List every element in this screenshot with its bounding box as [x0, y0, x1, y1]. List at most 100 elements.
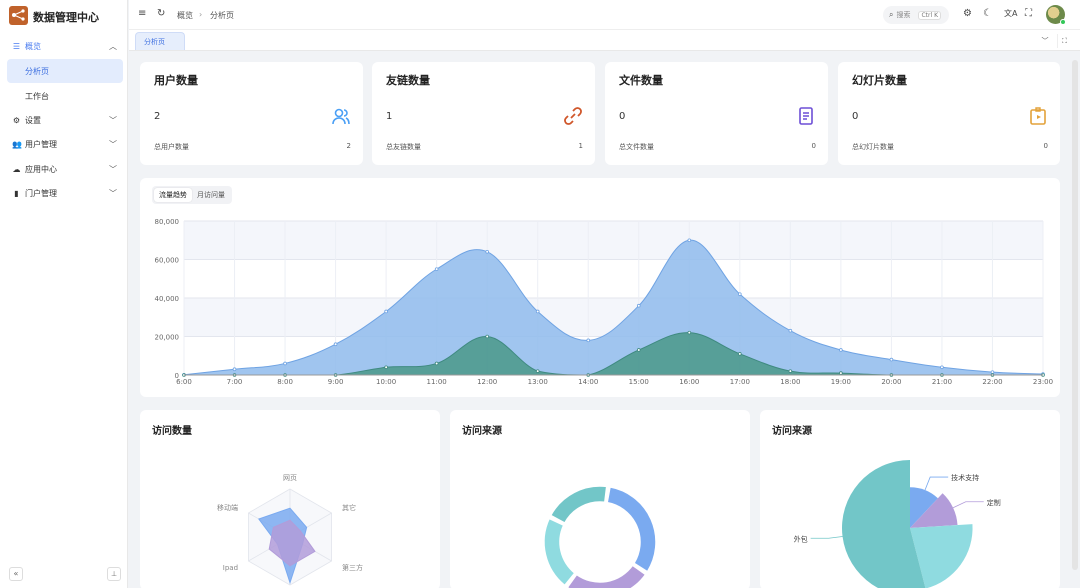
x-tick-label: 10:00	[376, 378, 396, 386]
data-point	[636, 303, 641, 308]
dark-mode-icon[interactable]: ☾	[983, 8, 992, 19]
stat-title: 用户数量	[154, 74, 198, 87]
sidebar-subitem-label: 分析页	[25, 66, 49, 76]
x-tick-label: 18:00	[780, 378, 800, 386]
refresh-icon[interactable]: ↻	[157, 8, 165, 19]
stat-footer-value: 0	[811, 142, 816, 150]
data-point	[990, 370, 995, 374]
data-point	[839, 348, 843, 352]
tab-analysis[interactable]: 分析页	[135, 32, 185, 50]
stat-card: 文件数量 0 总文件数量 0	[605, 62, 828, 165]
visit-count-card: 访问数量 网页其它第三方客户端Ipad移动端	[140, 410, 440, 588]
stat-value: 0	[852, 111, 859, 122]
y-tick-label: 80,000	[155, 218, 180, 226]
stat-footer-value: 0	[1043, 142, 1048, 150]
data-point	[788, 328, 793, 333]
data-point	[636, 348, 641, 352]
donut-slice	[566, 564, 647, 588]
data-point	[485, 334, 489, 339]
data-point	[232, 367, 237, 372]
cloud-icon: ☁	[12, 164, 21, 174]
stat-footer-value: 2	[346, 142, 351, 150]
stat-title: 幻灯片数量	[852, 74, 907, 87]
link-icon	[564, 107, 582, 125]
menu-icon: ☰	[12, 41, 21, 51]
breadcrumb-item[interactable]: 概览	[177, 10, 193, 21]
sidebar-subitem-workbench[interactable]: 工作台	[7, 84, 123, 108]
sidebar-item-users[interactable]: 👥 用户管理 ﹀	[0, 132, 128, 156]
sidebar-subitem-label: 工作台	[25, 91, 49, 101]
data-point	[738, 292, 742, 296]
rose-label-line	[810, 536, 843, 539]
chevron-down-icon: ﹀	[109, 188, 117, 198]
page-scrollbar[interactable]	[1072, 60, 1078, 570]
data-point	[586, 338, 591, 343]
radar-indicator-label: 第三方	[342, 563, 363, 572]
visit-source-donut-card: 访问来源	[450, 410, 750, 588]
pin-sidebar-button[interactable]: ⊥	[107, 567, 121, 581]
x-tick-label: 9:00	[328, 378, 344, 386]
x-tick-label: 6:00	[176, 378, 192, 386]
stat-footer-label: 总幻灯片数量	[852, 143, 894, 151]
sidebar-item-app-center[interactable]: ☁ 应用中心 ﹀	[0, 157, 128, 181]
gears-icon: ⚙	[12, 115, 21, 125]
x-tick-label: 23:00	[1033, 378, 1053, 386]
language-icon[interactable]: 文A	[1004, 8, 1017, 19]
radar-indicator-label: 移动端	[217, 503, 238, 512]
traffic-chart-card: 流量趋势 月访问量 0 20,000 40,000 60,000 80,000 6:00 7…	[140, 178, 1060, 397]
sidebar: 数据管理中心 ☰ 概览 ︿ 分析页 工作台 ⚙ 设置 ﹀ 👥 用户管理 ﹀ ☁ …	[0, 0, 128, 588]
data-point	[889, 357, 894, 362]
donut-slice	[549, 485, 608, 524]
online-status-dot	[1060, 19, 1066, 25]
x-tick-label: 17:00	[730, 378, 750, 386]
radar-indicator-label: Ipad	[223, 564, 238, 572]
sidebar-subitem-analysis[interactable]: 分析页	[7, 59, 123, 83]
traffic-area-chart: 020,00040,00060,00080,0006:00 7:00 8:00 9:0…	[155, 218, 1054, 386]
data-point	[434, 267, 439, 271]
sidebar-item-label: 应用中心	[25, 164, 57, 174]
rose-slice-label: 技术支持	[951, 473, 979, 482]
chevron-down-icon: ﹀	[109, 164, 117, 174]
rose-slice-label: 外包	[794, 534, 808, 543]
data-point	[687, 238, 692, 243]
sidebar-item-overview[interactable]: ☰ 概览 ︿	[0, 34, 128, 58]
search-input[interactable]: ⌕ 搜索 Ctrl K	[883, 6, 949, 24]
x-tick-label: 7:00	[227, 378, 243, 386]
expand-icon[interactable]: ⛶	[1057, 34, 1071, 48]
stat-card: 用户数量 2 总用户数量 2	[140, 62, 363, 165]
settings-icon[interactable]: ⚙	[963, 8, 972, 19]
stat-value: 2	[154, 111, 161, 122]
menu-toggle-icon[interactable]: ≡	[138, 8, 146, 19]
donut-slice	[606, 486, 657, 573]
users-icon	[332, 108, 350, 125]
tab-bar: 分析页 ﹀ ⛶	[129, 30, 1080, 51]
stat-footer-label: 总用户数量	[154, 143, 189, 151]
slides-icon	[1030, 107, 1046, 125]
radar-chart: 网页其它第三方客户端Ipad移动端	[217, 474, 363, 586]
breadcrumb-separator-icon: ›	[199, 10, 203, 19]
x-tick-label: 14:00	[578, 378, 598, 386]
visit-source-rose-card: 访问来源 技术支持 定制 外包	[760, 410, 1060, 588]
radar-indicator-label: 其它	[342, 503, 356, 512]
y-tick-label: 40,000	[155, 295, 180, 303]
sidebar-item-settings[interactable]: ⚙ 设置 ﹀	[0, 108, 128, 132]
data-point	[788, 369, 793, 373]
stat-title: 文件数量	[619, 74, 663, 87]
rose-slice-label: 定制	[987, 498, 1001, 507]
chevron-down-icon[interactable]: ﹀	[1038, 34, 1052, 48]
sidebar-item-portal[interactable]: ▮ 门户管理 ﹀	[0, 181, 128, 205]
x-tick-label: 20:00	[881, 378, 901, 386]
donut-slice	[543, 517, 576, 587]
fullscreen-icon[interactable]: ⛶	[1025, 8, 1032, 19]
data-point	[384, 309, 388, 314]
chevron-down-icon: ﹀	[109, 115, 117, 125]
data-point	[485, 250, 489, 254]
data-point	[839, 371, 843, 375]
stat-footer-label: 总友链数量	[386, 143, 421, 151]
search-icon: ⌕	[889, 10, 894, 19]
x-tick-label: 22:00	[982, 378, 1002, 386]
x-tick-label: 11:00	[427, 378, 447, 386]
collapse-sidebar-button[interactable]: «	[9, 567, 23, 581]
data-point	[283, 361, 287, 366]
users-icon: 👥	[12, 139, 22, 149]
